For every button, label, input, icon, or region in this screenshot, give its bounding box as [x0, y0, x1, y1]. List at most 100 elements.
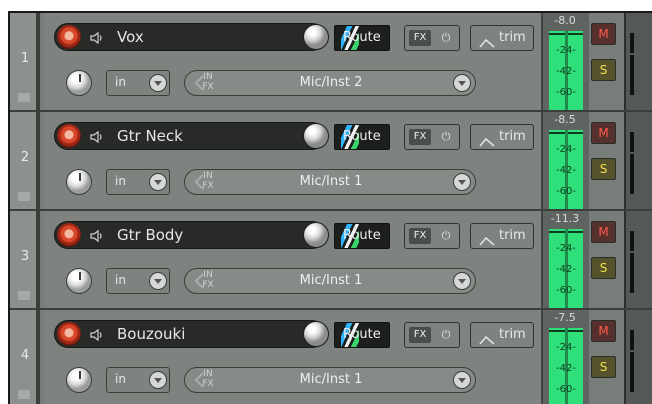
input-mode-dropdown[interactable]: in	[106, 367, 170, 393]
folder-icon[interactable]	[18, 93, 30, 102]
fx-button[interactable]: FX	[409, 228, 431, 244]
peak-readout[interactable]: -8.0	[543, 14, 587, 27]
solo-button[interactable]: S	[591, 356, 616, 378]
track-name[interactable]: Vox	[117, 28, 144, 46]
track-name[interactable]: Gtr Neck	[117, 127, 183, 145]
track-number-column[interactable]: 4	[10, 310, 40, 404]
speaker-icon[interactable]	[89, 129, 105, 144]
pan-indicator	[79, 272, 81, 280]
record-arm-icon[interactable]	[57, 322, 81, 346]
track-number-column[interactable]: 3	[10, 211, 40, 308]
input-source-dropdown[interactable]: IN FX Mic/Inst 1	[184, 367, 476, 393]
pan-indicator	[79, 173, 81, 181]
route-button[interactable]: Route	[334, 322, 390, 348]
chevron-down-icon[interactable]	[453, 74, 471, 92]
power-icon[interactable]: ⏻	[437, 129, 455, 145]
waveform-fragment	[630, 75, 634, 95]
mute-button[interactable]: M	[591, 221, 616, 243]
speaker-icon[interactable]	[89, 30, 105, 45]
level-meter[interactable]: -11.3 -24- -42- -60-	[541, 211, 589, 308]
fx-button-group[interactable]: FX ⏻	[404, 223, 460, 249]
fx-button[interactable]: FX	[409, 327, 431, 343]
chevron-down-icon[interactable]	[453, 173, 471, 191]
track-controls: Bouzouki Route FX ⏻ trim in IN FX Mic/Inst 1	[44, 310, 541, 404]
track-name-bar[interactable]: Gtr Neck	[54, 122, 329, 150]
pan-knob[interactable]	[66, 70, 92, 96]
power-icon[interactable]: ⏻	[437, 228, 455, 244]
mute-button[interactable]: M	[591, 23, 616, 45]
chevron-down-icon[interactable]	[453, 272, 471, 290]
trim-button[interactable]: trim	[470, 223, 534, 249]
input-mode-dropdown[interactable]: in	[106, 169, 170, 195]
speaker-icon[interactable]	[89, 228, 105, 243]
track-number: 4	[20, 348, 30, 363]
pan-knob[interactable]	[66, 169, 92, 195]
record-arm-icon[interactable]	[57, 124, 81, 148]
volume-knob[interactable]	[303, 123, 329, 149]
solo-button[interactable]: S	[591, 257, 616, 279]
track-row[interactable]: 2 Gtr Neck Route FX ⏻ trim in IN FX Mic/Inst 1 -8…	[10, 112, 652, 211]
chevron-down-icon[interactable]	[149, 272, 167, 290]
envelope-icon	[479, 330, 495, 345]
meter-bar: -24- -42- -60-	[549, 130, 583, 209]
fx-button-group[interactable]: FX ⏻	[404, 124, 460, 150]
input-source-dropdown[interactable]: IN FX Mic/Inst 2	[184, 70, 476, 96]
pan-knob[interactable]	[66, 268, 92, 294]
route-button[interactable]: Route	[334, 223, 390, 249]
solo-button[interactable]: S	[591, 158, 616, 180]
folder-icon[interactable]	[18, 291, 30, 300]
trim-label: trim	[499, 228, 526, 243]
track-number-column[interactable]: 2	[10, 112, 40, 209]
fx-button-group[interactable]: FX ⏻	[404, 25, 460, 51]
track-name-bar[interactable]: Gtr Body	[54, 221, 329, 249]
level-meter[interactable]: -7.5 -24- -42- -60-	[541, 310, 589, 404]
volume-knob[interactable]	[303, 321, 329, 347]
level-meter[interactable]: -8.5 -24- -42- -60-	[541, 112, 589, 209]
meter-tick-label: -24-	[556, 243, 576, 254]
input-mode-dropdown[interactable]: in	[106, 70, 170, 96]
chevron-down-icon[interactable]	[149, 173, 167, 191]
input-mode-dropdown[interactable]: in	[106, 268, 170, 294]
pan-knob[interactable]	[66, 367, 92, 393]
route-label: Route	[343, 30, 381, 45]
solo-button[interactable]: S	[591, 59, 616, 81]
peak-readout[interactable]: -8.5	[543, 113, 587, 126]
track-number-column[interactable]: 1	[10, 13, 40, 110]
trim-button[interactable]: trim	[470, 124, 534, 150]
fx-button[interactable]: FX	[409, 129, 431, 145]
mute-button[interactable]: M	[591, 122, 616, 144]
track-name-bar[interactable]: Bouzouki	[54, 320, 329, 348]
volume-knob[interactable]	[303, 24, 329, 50]
speaker-icon[interactable]	[89, 327, 105, 342]
input-source-dropdown[interactable]: IN FX Mic/Inst 1	[184, 268, 476, 294]
record-arm-icon[interactable]	[57, 223, 81, 247]
record-arm-icon[interactable]	[57, 25, 81, 49]
chevron-down-icon[interactable]	[453, 371, 471, 389]
track-name-bar[interactable]: Vox	[54, 23, 329, 51]
input-source-label: Mic/Inst 1	[299, 372, 363, 387]
fx-button-group[interactable]: FX ⏻	[404, 322, 460, 348]
input-source-dropdown[interactable]: IN FX Mic/Inst 1	[184, 169, 476, 195]
peak-readout[interactable]: -11.3	[543, 212, 587, 225]
chevron-down-icon[interactable]	[149, 74, 167, 92]
volume-knob[interactable]	[303, 222, 329, 248]
track-row[interactable]: 4 Bouzouki Route FX ⏻ trim in IN FX Mic/Inst 1 -7…	[10, 310, 652, 404]
route-button[interactable]: Route	[334, 124, 390, 150]
mute-button[interactable]: M	[591, 320, 616, 342]
folder-icon[interactable]	[18, 192, 30, 201]
trim-button[interactable]: trim	[470, 25, 534, 51]
fx-button[interactable]: FX	[409, 30, 431, 46]
track-row[interactable]: 1 Vox Route FX ⏻ trim in IN FX Mic/Inst 2 -8.0 -24…	[10, 13, 652, 112]
route-button[interactable]: Route	[334, 25, 390, 51]
track-row[interactable]: 3 Gtr Body Route FX ⏻ trim in IN FX Mic/Inst 1 -1…	[10, 211, 652, 310]
folder-icon[interactable]	[18, 390, 30, 399]
power-icon[interactable]: ⏻	[437, 30, 455, 46]
input-source-label: Mic/Inst 1	[299, 273, 363, 288]
power-icon[interactable]: ⏻	[437, 327, 455, 343]
level-meter[interactable]: -8.0 -24- -42- -60-	[541, 13, 589, 110]
trim-button[interactable]: trim	[470, 322, 534, 348]
track-name[interactable]: Bouzouki	[117, 325, 185, 343]
chevron-down-icon[interactable]	[149, 371, 167, 389]
track-name[interactable]: Gtr Body	[117, 226, 183, 244]
peak-readout[interactable]: -7.5	[543, 311, 587, 324]
